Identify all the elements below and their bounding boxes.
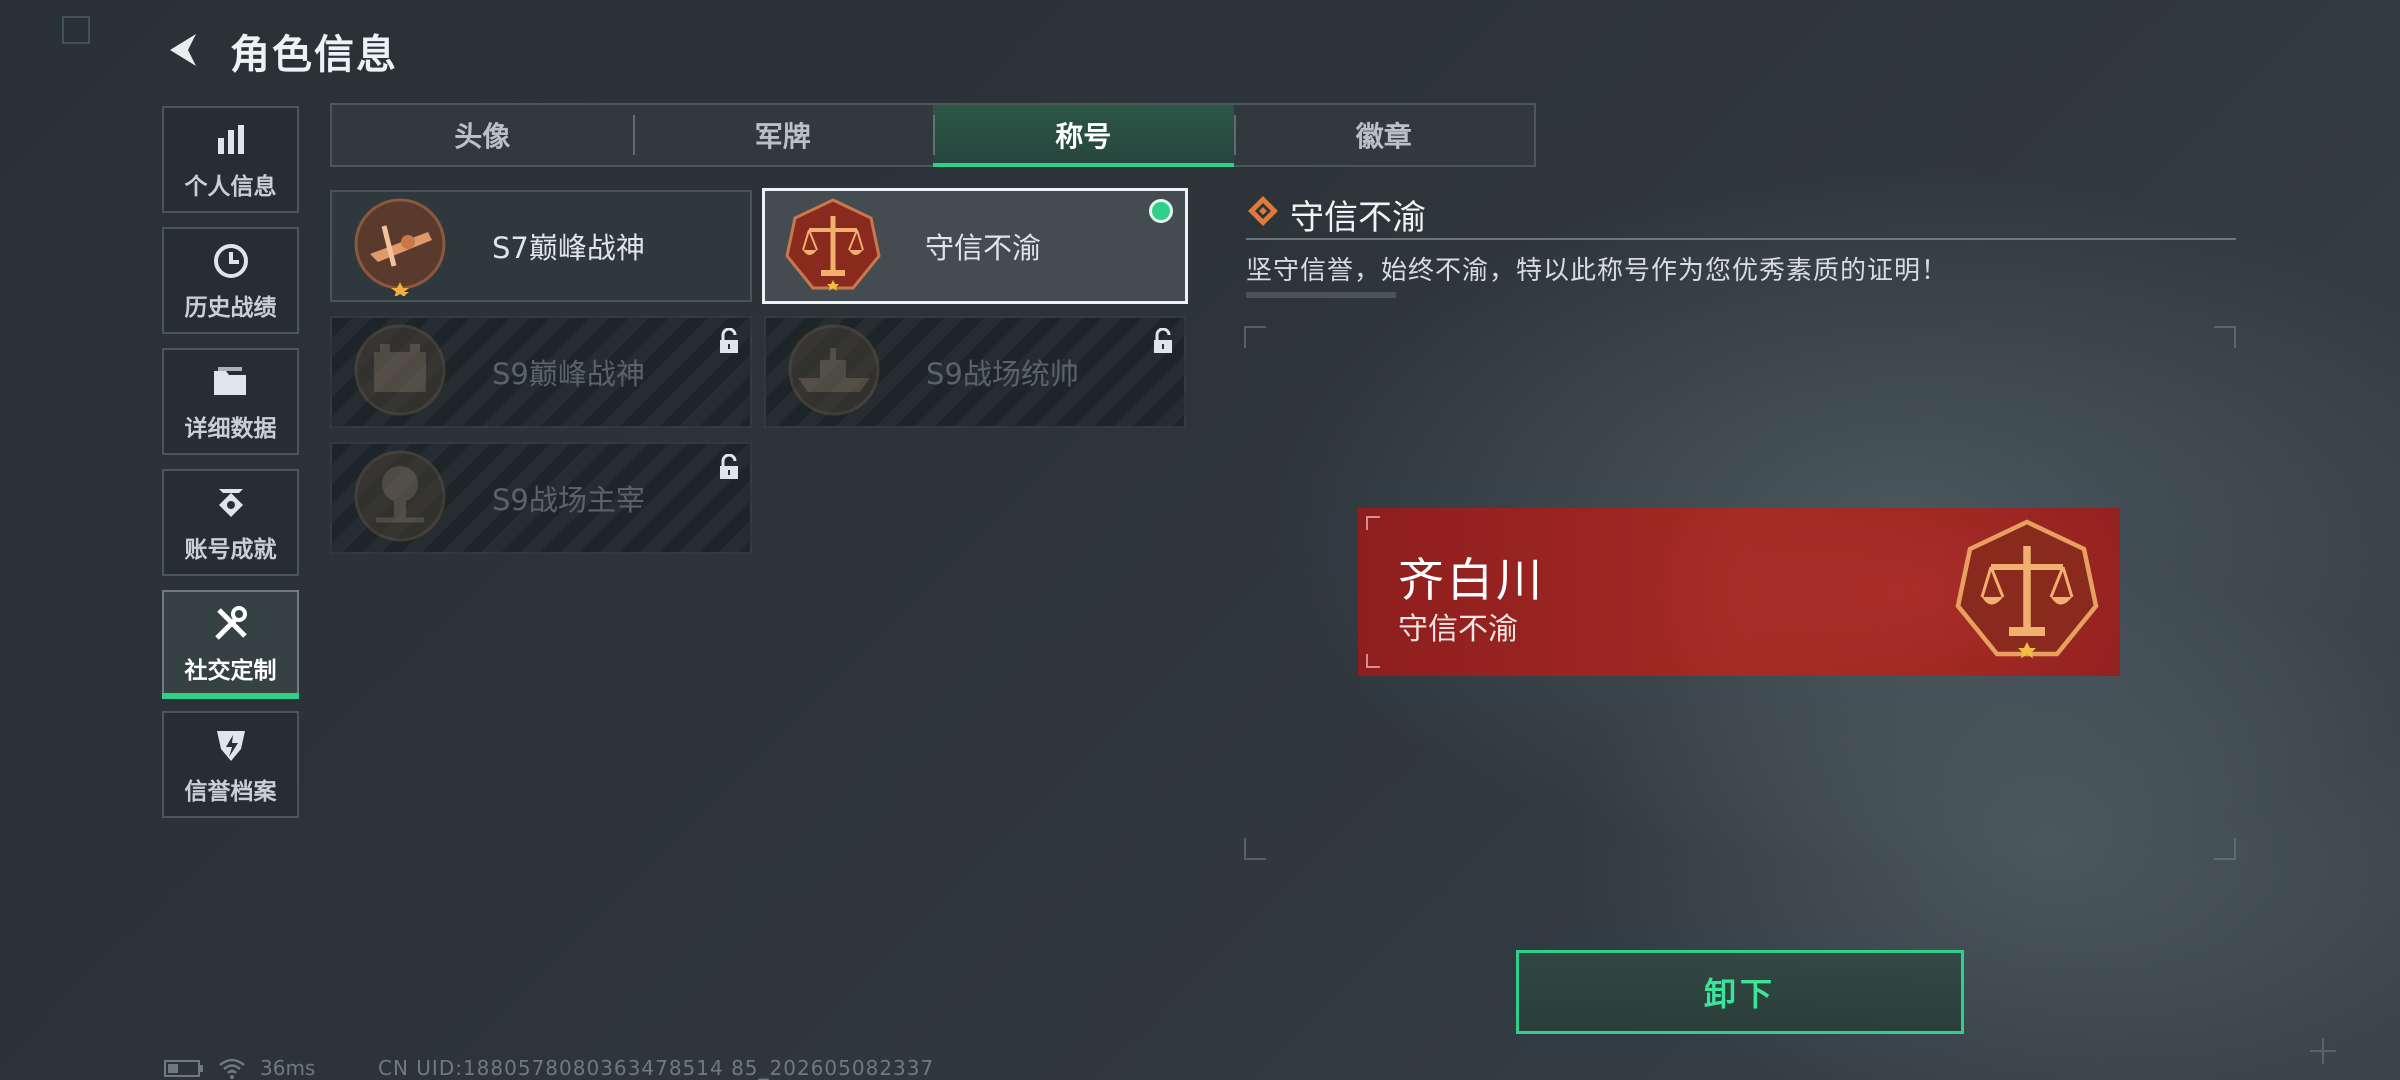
fortress-emblem-icon <box>354 324 446 416</box>
sidebar-item-match-history[interactable]: 历史战绩 <box>162 227 299 334</box>
preview-frame-corner <box>1244 838 1266 860</box>
sidebar-item-achievements[interactable]: 账号成就 <box>162 469 299 576</box>
title-name: S9战场主宰 <box>492 483 645 517</box>
title-name: S7巅峰战神 <box>492 231 645 265</box>
tab-title[interactable]: 称号 <box>933 105 1234 167</box>
preview-frame-corner <box>2214 326 2236 348</box>
sidebar-item-label: 信誉档案 <box>184 778 277 805</box>
banner-corner <box>1366 516 1380 530</box>
diamond-icon <box>1248 196 1278 226</box>
back-button[interactable] <box>160 26 208 74</box>
sidebar-item-detailed-data[interactable]: 详细数据 <box>162 348 299 455</box>
title-name: 守信不渝 <box>925 231 1042 265</box>
title-name: S9巅峰战神 <box>492 357 645 391</box>
lock-icon <box>1154 328 1172 353</box>
category-tabs: 头像 军牌 称号 徽章 <box>330 103 1536 167</box>
clock-icon <box>210 240 252 282</box>
sidebar-item-social-customization[interactable]: 社交定制 <box>162 590 299 699</box>
badge-icon <box>210 482 252 524</box>
name-card-preview: 齐白川 守信不渝 <box>1358 508 2120 676</box>
page-title: 角色信息 <box>230 32 398 78</box>
shield-bolt-icon <box>210 724 252 766</box>
sidebar-item-label: 账号成就 <box>184 536 277 563</box>
crosshair-icon <box>2310 1038 2336 1064</box>
title-card[interactable]: S7巅峰战神 <box>330 190 752 302</box>
sidebar-item-personal-info[interactable]: 个人信息 <box>162 106 299 213</box>
tab-dog-tag[interactable]: 军牌 <box>632 105 934 165</box>
status-bar: 36ms <box>164 1056 315 1080</box>
player-title: 守信不渝 <box>1398 612 1518 647</box>
equipped-indicator <box>1149 199 1173 223</box>
sidebar-item-label: 历史战绩 <box>184 294 277 321</box>
divider <box>1246 238 2236 240</box>
preview-frame-corner <box>1244 326 1266 348</box>
warship-emblem-icon <box>788 324 880 416</box>
scales-emblem-icon <box>1955 519 2099 659</box>
detail-description: 坚守信誉，始终不渝，特以此称号作为您优秀素质的证明！ <box>1246 256 1949 286</box>
title-card-selected[interactable]: 守信不渝 <box>762 188 1188 304</box>
tab-avatar[interactable]: 头像 <box>332 105 633 165</box>
title-name: S9战场统帅 <box>926 357 1079 391</box>
wifi-icon <box>219 1058 245 1079</box>
user-uid: CN UID:1880578080363478514 85_2026050823… <box>378 1056 935 1080</box>
crossbow-emblem-icon <box>354 198 446 296</box>
title-card-locked[interactable]: S9战场主宰 <box>330 442 752 554</box>
detail-title: 守信不渝 <box>1290 198 1426 238</box>
battery-icon <box>164 1060 203 1077</box>
folder-icon <box>210 361 252 403</box>
sidebar-item-label: 详细数据 <box>184 415 277 442</box>
explosion-emblem-icon <box>354 450 446 542</box>
sidebar-item-label: 社交定制 <box>184 657 277 684</box>
tools-icon <box>210 603 252 645</box>
lock-icon <box>720 454 738 479</box>
bar-chart-icon <box>210 119 252 161</box>
title-card-locked[interactable]: S9战场统帅 <box>764 316 1186 428</box>
detail-subline <box>1246 292 1396 298</box>
player-name: 齐白川 <box>1398 553 1545 607</box>
corner-decoration <box>62 16 90 44</box>
title-card-locked[interactable]: S9巅峰战神 <box>330 316 752 428</box>
scales-emblem-icon <box>785 198 881 291</box>
ping-value: 36ms <box>260 1056 316 1080</box>
banner-corner <box>1366 654 1380 668</box>
sidebar-item-label: 个人信息 <box>184 173 277 200</box>
unequip-button[interactable]: 卸下 <box>1516 950 1964 1034</box>
back-arrow-icon <box>170 34 196 66</box>
lock-icon <box>720 328 738 353</box>
preview-frame-corner <box>2214 838 2236 860</box>
sidebar-item-credit-record[interactable]: 信誉档案 <box>162 711 299 818</box>
tab-badge[interactable]: 徽章 <box>1233 105 1535 165</box>
